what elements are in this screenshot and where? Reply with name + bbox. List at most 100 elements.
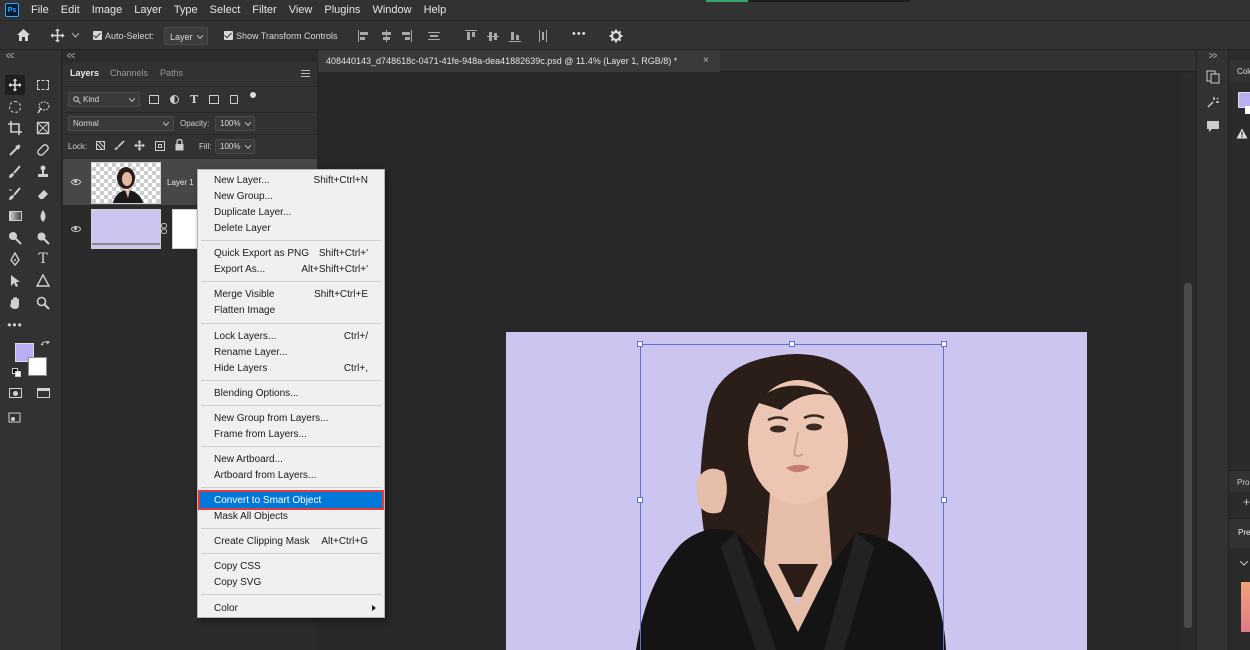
menu-item-merge-visible[interactable]: Merge Visible Shift+Ctrl+E xyxy=(200,286,382,302)
lock-artboard-icon[interactable] xyxy=(155,141,165,151)
quick-mask-icon[interactable] xyxy=(5,383,25,403)
menu-item-mask-all-objects[interactable]: Mask All Objects xyxy=(200,508,382,524)
filter-smart-object-icon[interactable] xyxy=(230,95,238,104)
filter-toggle-icon[interactable] xyxy=(250,92,256,98)
color-panel-background-swatch[interactable] xyxy=(1245,106,1250,114)
kind-filter-dropdown[interactable]: Kind xyxy=(68,92,140,107)
auto-select-dropdown[interactable]: Layer xyxy=(164,27,208,45)
lock-position-icon[interactable] xyxy=(134,140,145,151)
edit-toolbar-icon[interactable]: ••• xyxy=(5,315,25,335)
distribute-horizontal-icon[interactable] xyxy=(428,30,440,42)
align-vertical-center-icon[interactable] xyxy=(487,30,499,42)
link-chain-icon[interactable] xyxy=(161,223,167,234)
visibility-eye-icon[interactable] xyxy=(71,226,81,232)
zoom-alt-tool-icon[interactable] xyxy=(33,228,53,248)
align-top-icon[interactable] xyxy=(465,30,477,42)
home-icon[interactable] xyxy=(16,28,31,43)
lock-transparency-icon[interactable] xyxy=(96,141,105,150)
history-panel-icon[interactable] xyxy=(1206,70,1220,84)
align-left-icon[interactable] xyxy=(358,30,370,42)
menu-help[interactable]: Help xyxy=(424,4,447,16)
menu-item-export-as[interactable]: Export As... Alt+Shift+Ctrl+' xyxy=(200,261,382,277)
menu-item-new-group-from-layers[interactable]: New Group from Layers... xyxy=(200,410,382,426)
align-right-icon[interactable] xyxy=(400,30,412,42)
menu-window[interactable]: Window xyxy=(372,4,411,16)
fill-field[interactable]: 100% xyxy=(215,139,255,154)
properties-panel-label[interactable]: Pro xyxy=(1237,478,1249,487)
document-canvas[interactable] xyxy=(506,332,1087,650)
brush-tool-icon[interactable] xyxy=(5,162,25,182)
chevron-down-icon[interactable] xyxy=(72,33,79,38)
dodge-tool-icon[interactable] xyxy=(5,228,25,248)
lock-all-icon[interactable] xyxy=(175,139,184,151)
preset-panel-label[interactable]: Pre xyxy=(1238,528,1250,537)
transform-handle[interactable] xyxy=(637,341,643,347)
generative-tool-icon[interactable] xyxy=(5,407,25,427)
menu-item-quick-export-png[interactable]: Quick Export as PNG Shift+Ctrl+' xyxy=(200,245,382,261)
menu-item-duplicate-layer[interactable]: Duplicate Layer... xyxy=(200,204,382,220)
marquee-tool-icon[interactable] xyxy=(33,75,53,95)
vertical-scrollbar[interactable] xyxy=(1180,73,1196,650)
menu-item-hide-layers[interactable]: Hide Layers Ctrl+, xyxy=(200,360,382,376)
lock-pixels-icon[interactable] xyxy=(114,140,125,151)
close-tab-button[interactable]: × xyxy=(703,55,709,66)
collapse-arrows-icon[interactable] xyxy=(67,53,75,58)
menu-item-convert-to-smart-object[interactable]: Convert to Smart Object xyxy=(198,490,384,510)
auto-select-checkbox[interactable] xyxy=(93,31,102,40)
eyedropper-tool-icon[interactable] xyxy=(5,140,25,160)
comments-panel-icon[interactable] xyxy=(1206,119,1220,133)
crop-tool-icon[interactable] xyxy=(5,118,25,138)
menu-item-color[interactable]: Color xyxy=(200,600,382,616)
menu-file[interactable]: File xyxy=(31,4,49,16)
object-selection-tool-icon[interactable] xyxy=(5,97,25,117)
type-tool-icon[interactable]: T xyxy=(33,249,53,269)
filter-adjustment-icon[interactable] xyxy=(170,95,179,104)
menu-item-blending-options[interactable]: Blending Options... xyxy=(200,385,382,401)
healing-brush-tool-icon[interactable] xyxy=(33,140,53,160)
menu-item-copy-svg[interactable]: Copy SVG xyxy=(200,574,382,590)
move-tool-icon[interactable] xyxy=(5,75,25,95)
show-transform-checkbox[interactable] xyxy=(224,31,233,40)
default-colors-icon[interactable] xyxy=(12,368,21,377)
align-bottom-icon[interactable] xyxy=(509,30,521,42)
transform-handle[interactable] xyxy=(941,341,947,347)
menu-plugins[interactable]: Plugins xyxy=(324,4,360,16)
quick-selection-tool-icon[interactable] xyxy=(33,97,53,117)
menu-filter[interactable]: Filter xyxy=(252,4,276,16)
menu-item-rename-layer[interactable]: Rename Layer... xyxy=(200,344,382,360)
menu-item-new-artboard[interactable]: New Artboard... xyxy=(200,451,382,467)
adjustments-panel-icon[interactable] xyxy=(1206,95,1220,109)
history-brush-tool-icon[interactable] xyxy=(5,184,25,204)
menu-item-artboard-from-layers[interactable]: Artboard from Layers... xyxy=(200,467,382,483)
layer-name[interactable]: Layer 1 xyxy=(167,178,194,187)
menu-select[interactable]: Select xyxy=(210,4,241,16)
gradient-tool-icon[interactable] xyxy=(5,206,25,226)
tab-paths[interactable]: Paths xyxy=(160,68,183,78)
menu-type[interactable]: Type xyxy=(174,4,198,16)
chevron-down-icon[interactable] xyxy=(1240,561,1248,566)
menu-image[interactable]: Image xyxy=(92,4,123,16)
blur-tool-icon[interactable] xyxy=(33,206,53,226)
transform-bounding-box[interactable] xyxy=(640,344,944,650)
zoom-tool-icon[interactable] xyxy=(33,293,53,313)
menu-item-lock-layers[interactable]: Lock Layers... Ctrl+/ xyxy=(200,328,382,344)
eraser-tool-icon[interactable] xyxy=(33,184,53,204)
clone-stamp-tool-icon[interactable] xyxy=(33,162,53,182)
hand-tool-icon[interactable] xyxy=(5,293,25,313)
document-tab[interactable]: 408440143_d748618c-0471-41fe-948a-dea418… xyxy=(318,50,720,72)
preset-thumbnail[interactable] xyxy=(1241,582,1250,632)
transform-handle[interactable] xyxy=(637,497,643,503)
menu-item-new-group[interactable]: New Group... xyxy=(200,188,382,204)
menu-view[interactable]: View xyxy=(289,4,313,16)
frame-tool-icon[interactable] xyxy=(33,118,53,138)
opacity-field[interactable]: 100% xyxy=(215,116,255,131)
menu-item-flatten-image[interactable]: Flatten Image xyxy=(200,302,382,318)
menu-item-copy-css[interactable]: Copy CSS xyxy=(200,558,382,574)
menu-item-create-clipping-mask[interactable]: Create Clipping Mask Alt+Ctrl+G xyxy=(200,533,382,549)
menu-item-delete-layer[interactable]: Delete Layer xyxy=(200,220,382,236)
menu-item-new-layer[interactable]: New Layer... Shift+Ctrl+N xyxy=(200,172,382,188)
pen-tool-icon[interactable] xyxy=(5,249,25,269)
swap-colors-icon[interactable] xyxy=(41,341,50,350)
screen-mode-icon[interactable] xyxy=(33,383,53,403)
blend-mode-dropdown[interactable]: Normal xyxy=(68,116,174,131)
